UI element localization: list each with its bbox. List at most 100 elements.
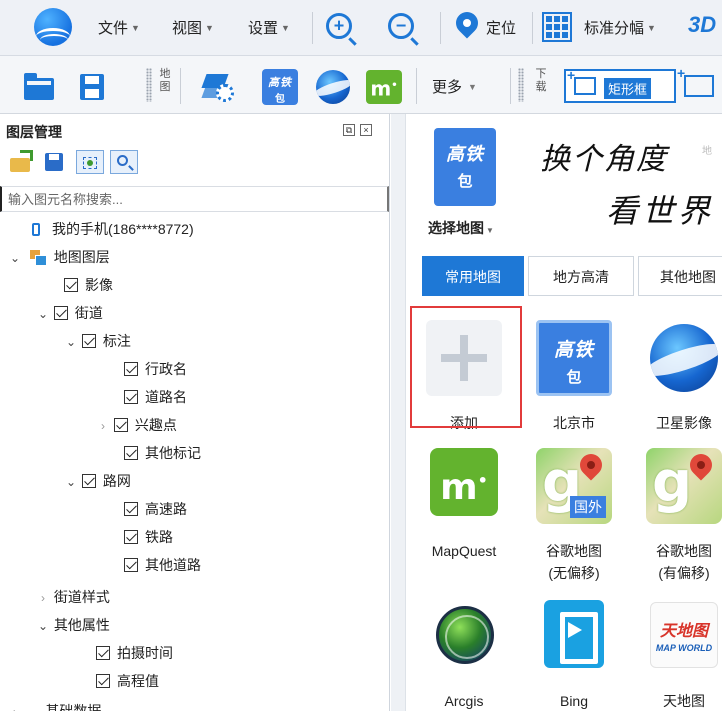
google-earth-icon (650, 324, 718, 392)
tree-item-map-layers[interactable]: ⌄ 地图图层 (8, 244, 110, 270)
map-tile-tianditu[interactable]: 天地图 MAP WORLD 天地图 (634, 598, 722, 711)
tile-name-line2: (有偏移) (658, 565, 710, 581)
arcgis-globe-icon (436, 606, 494, 664)
map-tile-mapquest[interactable]: m• MapQuest (414, 448, 514, 562)
zoom-in-icon[interactable]: + (326, 13, 352, 39)
menu-file[interactable]: 文件 ▼ (98, 17, 140, 38)
map-tile-google-offset[interactable]: g 谷歌地图 (有偏移) (634, 448, 722, 584)
tree-item-imagery[interactable]: 影像 (64, 272, 113, 298)
choose-map-dropdown[interactable]: 选择地图 ▼ (428, 218, 494, 238)
menu-view[interactable]: 视图 ▼ (172, 17, 214, 38)
checkbox[interactable] (124, 362, 138, 376)
menu-settings[interactable]: 设置 ▼ (248, 17, 290, 38)
restore-icon[interactable]: ⧉ (343, 124, 355, 136)
chevron-down-icon[interactable]: ⌄ (64, 469, 78, 495)
3d-button[interactable]: 3D (688, 12, 716, 38)
mq-letter: m (370, 76, 392, 101)
tree-item-road-names[interactable]: 道路名 (124, 384, 187, 410)
location-pin-icon[interactable] (451, 7, 483, 39)
tree-item-elevation[interactable]: 高程值 (96, 668, 159, 694)
polygon-add-icon[interactable] (677, 65, 714, 97)
checkbox[interactable] (64, 278, 78, 292)
tree-label: 其他标记 (145, 445, 201, 461)
tree-item-other-marks[interactable]: 其他标记 (124, 440, 201, 466)
mapquest-icon: m• (430, 448, 498, 516)
mq-letter: m (440, 467, 478, 508)
more-button[interactable]: 更多 ▼ (432, 76, 477, 97)
tab-local-hd[interactable]: 地方高清 (528, 256, 634, 296)
chevron-down-icon[interactable]: ⌄ (64, 329, 78, 355)
tree-label: 兴趣点 (134, 417, 177, 433)
open-folder-icon[interactable] (24, 73, 54, 100)
locate-button[interactable]: 定位 (486, 17, 516, 38)
tree-item-other-roads[interactable]: 其他道路 (124, 552, 201, 578)
checkbox[interactable] (53, 306, 68, 320)
tree-item-my-phone[interactable]: 我的手机(186****8772) (32, 216, 194, 242)
chevron-right-icon[interactable]: › (96, 413, 110, 439)
chevron-down-icon[interactable]: ⌄ (36, 613, 50, 639)
save-icon[interactable] (80, 74, 104, 100)
tree-item-base-data[interactable]: › 基础数据 (8, 698, 101, 711)
tree-item-capture-time[interactable]: 拍摄时间 (96, 640, 173, 666)
tree-item-annotation[interactable]: ⌄ 标注 (64, 328, 131, 354)
google-maps-icon: g 国外 (536, 448, 612, 524)
search-icon[interactable] (110, 150, 138, 174)
close-icon[interactable]: × (360, 124, 372, 136)
checkbox[interactable] (124, 502, 138, 516)
locate-label: 定位 (486, 20, 517, 37)
rectangle-select-button[interactable]: 矩形框 (564, 67, 676, 103)
divider (312, 12, 313, 44)
tab-other-maps[interactable]: 其他地图 (638, 256, 722, 296)
tree-item-street-style[interactable]: › 街道样式 (36, 584, 110, 610)
google-earth-icon[interactable] (316, 70, 350, 104)
tree-label: 其他道路 (145, 557, 201, 573)
save-layer-icon[interactable] (42, 150, 66, 174)
tree-item-railway[interactable]: 铁路 (124, 524, 173, 550)
checkbox[interactable] (124, 446, 138, 460)
tree-item-street[interactable]: ⌄ 街道 (36, 300, 103, 326)
zoom-out-icon[interactable]: − (388, 13, 414, 39)
open-file-icon[interactable] (8, 150, 33, 174)
layer-search-input[interactable] (0, 186, 389, 212)
map-tile-arcgis[interactable]: Arcgis (414, 598, 514, 711)
tab-common-maps[interactable]: 常用地图 (422, 256, 524, 296)
checkbox[interactable] (124, 530, 138, 544)
bing-maps-icon (544, 600, 604, 668)
map-tile-google-no-offset[interactable]: g 国外 谷歌地图 (无偏移) (524, 448, 624, 584)
checkbox[interactable] (81, 474, 96, 488)
tree-label: 标注 (102, 333, 131, 349)
map-tile-add[interactable]: 添加 (414, 320, 514, 434)
standard-sheet-menu[interactable]: 标准分幅 ▼ (584, 17, 656, 38)
chevron-down-icon[interactable]: ⌄ (8, 245, 22, 271)
map-tile-bing[interactable]: Bing (524, 598, 624, 711)
map-tile-satellite[interactable]: 卫星影像 (634, 320, 722, 434)
checkbox[interactable] (113, 418, 128, 432)
gaotie-map-button[interactable]: 高铁 包 (262, 69, 298, 105)
tree-label: 影像 (85, 277, 113, 293)
checkbox[interactable] (96, 646, 110, 660)
tree-item-road-network[interactable]: ⌄ 路网 (64, 468, 131, 494)
chevron-right-icon[interactable]: › (8, 699, 22, 711)
toolbar-grip (146, 68, 152, 102)
checkbox[interactable] (81, 334, 96, 348)
tree-item-poi[interactable]: › 兴趣点 (96, 412, 177, 438)
checkbox[interactable] (124, 558, 138, 572)
selected-map-icon[interactable]: 高铁 包 (434, 128, 496, 206)
map-tile-beijing[interactable]: 高铁 包 北京市 (524, 320, 624, 434)
menu-settings-label: 设置 (248, 20, 279, 37)
tile-name: MapQuest (431, 543, 497, 559)
tree-item-other-attributes[interactable]: ⌄ 其他属性 (36, 612, 110, 638)
checkbox[interactable] (124, 390, 138, 404)
checkbox[interactable] (96, 674, 110, 688)
layers-icon[interactable] (200, 70, 234, 102)
chevron-down-icon[interactable]: ⌄ (36, 301, 50, 327)
chevron-right-icon[interactable]: › (36, 585, 50, 611)
tree-item-admin-names[interactable]: 行政名 (124, 356, 187, 382)
select-element-icon[interactable] (76, 150, 104, 174)
tile-name: 卫星影像 (656, 415, 712, 431)
mapquest-icon[interactable]: m• (366, 70, 402, 104)
tree-item-highway[interactable]: 高速路 (124, 496, 187, 522)
grid-icon[interactable] (542, 12, 572, 42)
tile-name: 谷歌地图 (有偏移) (634, 540, 722, 584)
menu-file-label: 文件 (98, 20, 129, 37)
